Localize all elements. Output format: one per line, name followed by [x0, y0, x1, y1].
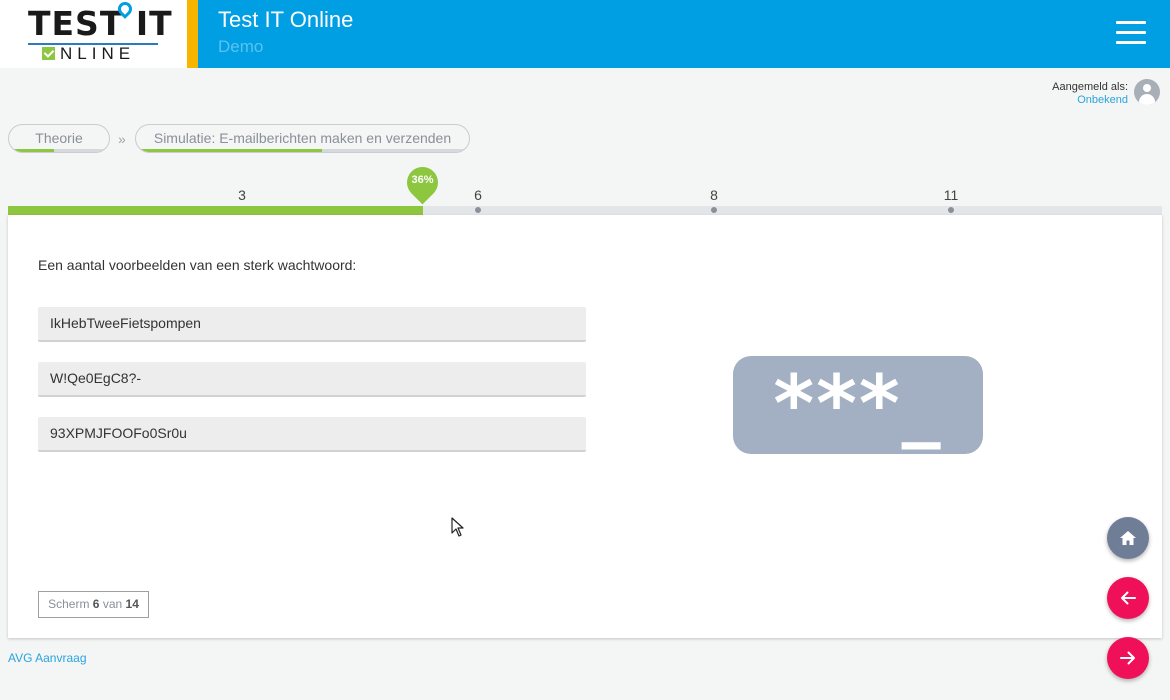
password-illustration: ***_ [733, 356, 983, 454]
logo-accent-bar [187, 0, 198, 68]
timeline-marker-label: 6 [474, 187, 482, 203]
screen-counter-current: 6 [92, 597, 100, 611]
password-example: W!Qe0EgC8?- [38, 362, 586, 397]
hamburger-line [1116, 31, 1146, 34]
breadcrumb-progress-fill [136, 149, 323, 152]
timeline-marker-label: 8 [710, 187, 718, 203]
timeline-dot [475, 207, 481, 213]
screen-counter-middle: van [102, 597, 123, 611]
password-example: 93XPMJFOOFo0Sr0u [38, 417, 586, 452]
screen-counter-total: 14 [125, 597, 139, 611]
avatar-icon[interactable] [1134, 79, 1160, 105]
app-header: TEST IT NLINE Test IT Online Demo [0, 0, 1170, 68]
timeline-marker-label: 11 [943, 187, 959, 203]
home-button[interactable] [1107, 517, 1149, 559]
intro-text: Een aantal voorbeelden van een sterk wac… [38, 257, 357, 273]
mouse-cursor-icon [451, 517, 464, 537]
progress-percent-label: 36% [411, 174, 434, 186]
breadcrumb-progress-fill [9, 149, 54, 152]
hamburger-line [1116, 41, 1146, 44]
timeline-track [8, 206, 1162, 215]
user-name-link[interactable]: Onbekend [1077, 94, 1128, 107]
timeline-dot [711, 207, 717, 213]
next-button[interactable] [1107, 637, 1149, 679]
home-icon [1120, 531, 1136, 545]
breadcrumb-separator: » [118, 131, 126, 147]
breadcrumb-label: Theorie [35, 130, 83, 146]
user-label: Aangemeld als: [1052, 81, 1128, 93]
timeline-marker-label: 3 [238, 187, 246, 203]
breadcrumb-label: Simulatie: E-mailberichten maken en verz… [153, 130, 452, 146]
app-title: Test IT Online [218, 7, 354, 32]
screen-counter: Scherm 6 van 14 [38, 591, 149, 618]
hamburger-line [1116, 21, 1146, 24]
arrow-right-icon [1120, 651, 1135, 665]
breadcrumb-theorie[interactable]: Theorie [8, 124, 110, 153]
arrow-left-icon [1121, 591, 1136, 605]
checkbox-icon [42, 47, 55, 60]
breadcrumb-simulatie[interactable]: Simulatie: E-mailberichten maken en verz… [135, 124, 470, 153]
timeline-progress-fill [8, 206, 424, 215]
logo-sub-text: NLINE [60, 44, 136, 63]
logo-main-text: TEST IT [28, 4, 173, 43]
avatar-head [1143, 84, 1151, 92]
app-subtitle: Demo [218, 37, 264, 56]
password-example: IkHebTweeFietspompen [38, 307, 586, 342]
avg-request-link[interactable]: AVG Aanvraag [8, 651, 87, 665]
previous-button[interactable] [1107, 577, 1149, 619]
avatar-body [1139, 94, 1155, 105]
timeline-dot [948, 207, 954, 213]
content-card: Een aantal voorbeelden van een sterk wac… [8, 215, 1162, 638]
screen-counter-prefix: Scherm [48, 597, 90, 611]
logo[interactable]: TEST IT NLINE [0, 0, 187, 68]
menu-button[interactable] [1113, 19, 1149, 47]
